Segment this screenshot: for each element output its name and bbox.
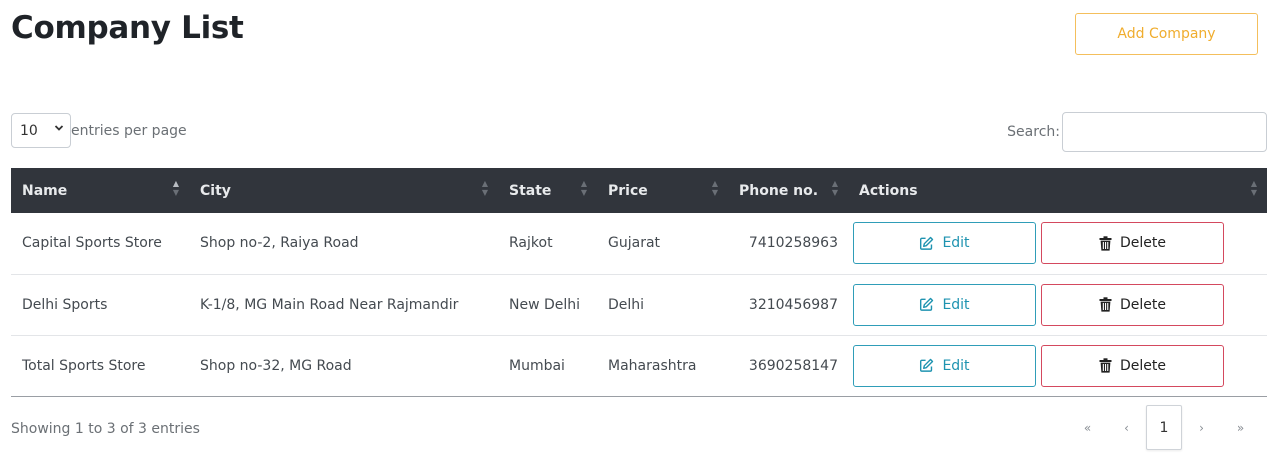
column-header-name[interactable]: Name ▲ ▼ xyxy=(11,168,189,213)
table-row: Total Sports Store Shop no-32, MG Road M… xyxy=(11,335,1267,396)
edit-label: Edit xyxy=(942,235,970,252)
cell-name: Delhi Sports xyxy=(22,296,108,313)
cell-city: K-1/8, MG Main Road Near Rajmandir xyxy=(200,296,459,313)
delete-button[interactable]: Delete xyxy=(1041,283,1224,326)
column-header-price[interactable]: Price ▲ ▼ xyxy=(597,168,728,213)
cell-city: Shop no-32, MG Road xyxy=(200,357,352,374)
column-header-city[interactable]: City ▲ ▼ xyxy=(189,168,498,213)
edit-icon xyxy=(920,236,934,250)
cell-price: Delhi xyxy=(608,296,645,313)
cell-actions: Edit Delete xyxy=(848,274,1267,335)
pagination: « ‹ 1 › » xyxy=(1068,405,1260,450)
sort-icon: ▲ ▼ xyxy=(481,179,488,197)
delete-button[interactable]: Delete xyxy=(1041,222,1224,265)
edit-icon xyxy=(920,358,934,372)
sort-icon: ▲ ▼ xyxy=(1250,179,1257,197)
cell-name: Total Sports Store xyxy=(22,357,146,374)
trash-icon xyxy=(1099,358,1112,373)
chevron-down-icon xyxy=(54,123,64,136)
sort-icon: ▲ ▼ xyxy=(580,179,587,197)
sort-icon: ▲ ▼ xyxy=(172,179,179,197)
delete-label: Delete xyxy=(1120,357,1166,374)
pagination-page-1[interactable]: 1 xyxy=(1146,405,1182,450)
edit-button[interactable]: Edit xyxy=(853,344,1036,387)
sort-icon: ▲ ▼ xyxy=(711,179,718,197)
delete-label: Delete xyxy=(1120,235,1166,252)
cell-name: Capital Sports Store xyxy=(22,235,162,252)
search-input[interactable] xyxy=(1062,112,1267,152)
cell-phone: 3690258147 xyxy=(748,357,838,374)
edit-label: Edit xyxy=(942,357,970,374)
company-table: Name ▲ ▼ City ▲ ▼ State ▲ ▼ Price ▲ ▼ Phone no. ▲… xyxy=(11,168,1267,397)
trash-icon xyxy=(1099,236,1112,251)
cell-price: Maharashtra xyxy=(608,357,697,374)
edit-button[interactable]: Edit xyxy=(853,222,1036,265)
column-header-state[interactable]: State ▲ ▼ xyxy=(498,168,597,213)
table-row: Capital Sports Store Shop no-2, Raiya Ro… xyxy=(11,213,1267,274)
cell-phone: 3210456987 xyxy=(748,296,838,313)
edit-button[interactable]: Edit xyxy=(853,283,1036,326)
pagination-next[interactable]: › xyxy=(1182,405,1221,450)
entries-per-page-label: entries per page xyxy=(71,122,187,139)
table-row: Delhi Sports K-1/8, MG Main Road Near Ra… xyxy=(11,274,1267,335)
cell-actions: Edit Delete xyxy=(848,335,1267,396)
cell-price: Gujarat xyxy=(608,235,661,252)
cell-city: Shop no-2, Raiya Road xyxy=(200,235,359,252)
table-header-row: Name ▲ ▼ City ▲ ▼ State ▲ ▼ Price ▲ ▼ Phone no. ▲… xyxy=(11,168,1267,213)
entries-per-page-select[interactable]: 10 xyxy=(11,113,71,148)
table-info: Showing 1 to 3 of 3 entries xyxy=(11,421,200,437)
delete-label: Delete xyxy=(1120,296,1166,313)
cell-state: New Delhi xyxy=(509,296,581,313)
cell-actions: Edit Delete xyxy=(848,213,1267,274)
entries-length-control: 10 entries per page xyxy=(11,113,187,148)
pagination-first[interactable]: « xyxy=(1068,405,1107,450)
page-title: Company List xyxy=(11,10,244,46)
search-label: Search: xyxy=(1007,124,1060,140)
pagination-prev[interactable]: ‹ xyxy=(1107,405,1146,450)
cell-state: Mumbai xyxy=(509,357,565,374)
cell-state: Rajkot xyxy=(509,235,553,252)
delete-button[interactable]: Delete xyxy=(1041,344,1224,387)
edit-icon xyxy=(920,297,934,311)
entries-per-page-value: 10 xyxy=(20,122,38,139)
pagination-last[interactable]: » xyxy=(1221,405,1260,450)
edit-label: Edit xyxy=(942,296,970,313)
column-header-actions[interactable]: Actions ▲ ▼ xyxy=(848,168,1267,213)
sort-icon: ▲ ▼ xyxy=(831,179,838,197)
trash-icon xyxy=(1099,297,1112,312)
cell-phone: 7410258963 xyxy=(748,235,838,252)
search-control: Search: xyxy=(1007,112,1267,152)
add-company-button[interactable]: Add Company xyxy=(1075,13,1258,55)
column-header-phone[interactable]: Phone no. ▲ ▼ xyxy=(728,168,848,213)
